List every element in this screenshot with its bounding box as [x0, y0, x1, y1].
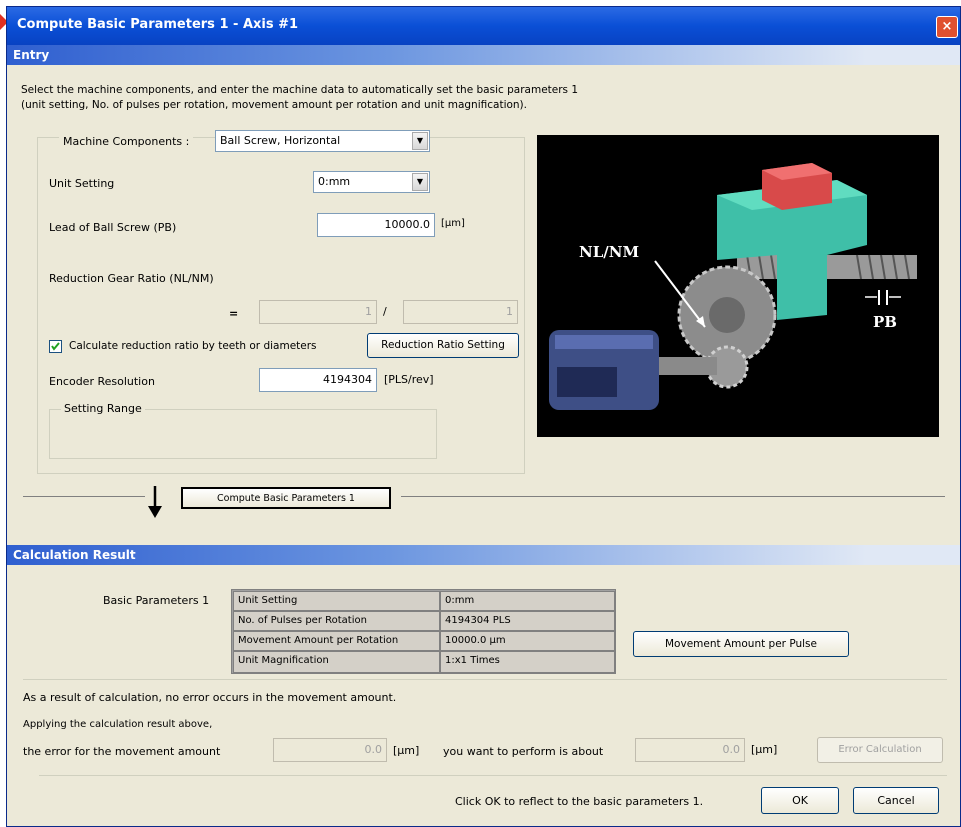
perform-value-input[interactable]: 0.0	[635, 738, 745, 762]
arrow-down-icon	[148, 486, 162, 518]
result-table: Unit Setting 0:mm No. of Pulses per Rota…	[231, 589, 616, 674]
machine-diagram: NL/NM PB	[537, 135, 939, 437]
machine-components-value: Ball Screw, Horizontal	[220, 134, 341, 147]
divider-left	[23, 496, 145, 497]
calc-reduction-checkbox[interactable]	[49, 340, 62, 353]
machine-components-label: Machine Components :	[59, 135, 194, 148]
error-unit: [μm]	[393, 744, 420, 757]
diagram-label-nlnm: NL/NM	[579, 243, 639, 261]
error-calculation-button[interactable]: Error Calculation	[817, 737, 943, 763]
reduction-ratio-setting-button[interactable]: Reduction Ratio Setting	[367, 333, 519, 358]
chevron-down-icon[interactable]: ▼	[412, 173, 428, 191]
unit-setting-label: Unit Setting	[49, 177, 115, 190]
lead-label: Lead of Ball Screw (PB)	[49, 221, 177, 234]
table-row-name: Movement Amount per Rotation	[233, 631, 440, 651]
table-row-value: 1:x1 Times	[440, 651, 615, 673]
title-bar[interactable]: Compute Basic Parameters 1 - Axis #1 ×	[7, 7, 960, 45]
instructions-line1: Select the machine components, and enter…	[21, 84, 579, 96]
checkmark-icon	[51, 342, 60, 351]
perform-label: you want to perform is about	[443, 745, 604, 758]
lead-unit: [μm]	[441, 218, 465, 229]
machine-components-select[interactable]: Ball Screw, Horizontal ▼	[215, 130, 430, 152]
reduction-denominator-input[interactable]: 1	[403, 300, 518, 324]
unit-setting-select[interactable]: 0:mm ▼	[313, 171, 430, 193]
footer-divider	[39, 775, 947, 776]
unit-setting-value: 0:mm	[318, 175, 351, 188]
entry-section-header: Entry	[7, 45, 960, 65]
table-row-value: 0:mm	[440, 591, 615, 611]
instructions-line2: (unit setting, No. of pulses per rotatio…	[21, 99, 527, 111]
window-title: Compute Basic Parameters 1 - Axis #1	[17, 17, 299, 32]
table-row-name: No. of Pulses per Rotation	[233, 611, 440, 631]
ok-button[interactable]: OK	[761, 787, 839, 814]
reduction-numerator-input[interactable]: 1	[259, 300, 377, 324]
diagram-label-pb: PB	[873, 313, 897, 331]
encoder-resolution-label: Encoder Resolution	[49, 375, 155, 388]
table-row-value: 4194304 PLS	[440, 611, 615, 631]
close-icon[interactable]: ×	[936, 16, 958, 38]
compute-button[interactable]: Compute Basic Parameters 1	[181, 487, 391, 509]
ball-screw-diagram-image: NL/NM PB	[549, 163, 917, 410]
dialog-window: Compute Basic Parameters 1 - Axis #1 × E…	[6, 6, 961, 827]
applying-text: Applying the calculation result above,	[23, 719, 213, 730]
lead-input[interactable]: 10000.0	[317, 213, 435, 237]
ratio-slash: /	[383, 305, 387, 318]
chevron-down-icon[interactable]: ▼	[412, 132, 428, 150]
basic-params-label: Basic Parameters 1	[103, 594, 210, 607]
error-value-input[interactable]: 0.0	[273, 738, 387, 762]
table-row-name: Unit Setting	[233, 591, 440, 611]
setting-range-label: Setting Range	[61, 402, 145, 415]
encoder-unit: [PLS/rev]	[384, 373, 434, 386]
equals-sign: =	[229, 307, 239, 320]
no-error-message: As a result of calculation, no error occ…	[23, 691, 397, 704]
error-label: the error for the movement amount	[23, 745, 221, 758]
footer-message: Click OK to reflect to the basic paramet…	[455, 795, 704, 808]
divider-right	[401, 496, 945, 497]
calc-reduction-label: Calculate reduction ratio by teeth or di…	[69, 340, 317, 352]
cancel-button[interactable]: Cancel	[853, 787, 939, 814]
setting-range-box	[49, 409, 437, 459]
table-row-value: 10000.0 μm	[440, 631, 615, 651]
table-row-name: Unit Magnification	[233, 651, 440, 673]
movement-per-pulse-button[interactable]: Movement Amount per Pulse	[633, 631, 849, 657]
result-divider	[23, 679, 947, 680]
result-section-header: Calculation Result	[7, 545, 960, 565]
reduction-ratio-label: Reduction Gear Ratio (NL/NM)	[49, 272, 214, 285]
encoder-resolution-input[interactable]: 4194304	[259, 368, 377, 392]
perform-unit: [μm]	[751, 743, 778, 756]
